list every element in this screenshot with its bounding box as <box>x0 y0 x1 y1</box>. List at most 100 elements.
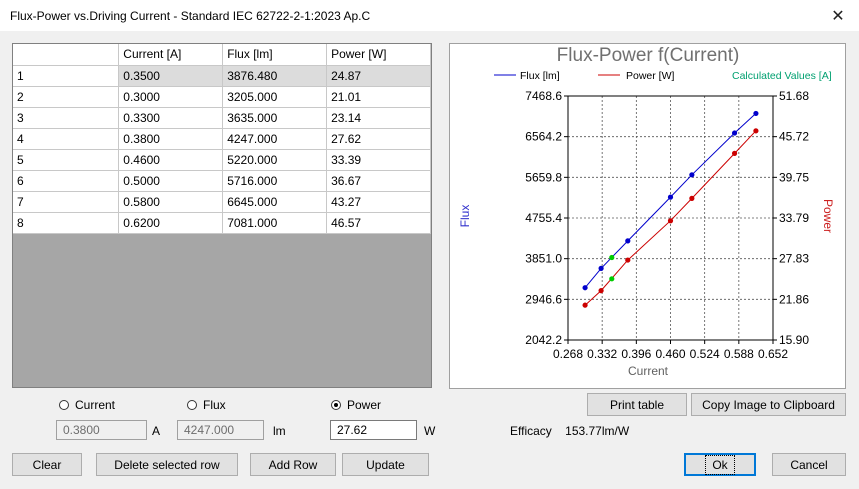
table-row[interactable]: 4 0.3800 4247.000 27.62 <box>13 128 431 150</box>
legend-entry: Flux [lm] <box>520 70 560 82</box>
x-tick-label: 0.396 <box>621 347 651 361</box>
table-row[interactable]: 2 0.3000 3205.000 21.01 <box>13 86 431 108</box>
flux-power-chart: Flux-Power f(Current) Flux [lm] Power [W]… <box>458 45 835 378</box>
x-tick-label: 0.524 <box>690 347 720 361</box>
column-header-current[interactable]: Current [A] <box>118 44 224 66</box>
row-number[interactable]: 5 <box>13 149 120 171</box>
chart-panel: Flux-Power f(Current) Flux [lm] Power [W]… <box>449 43 846 389</box>
data-point-flux <box>731 130 738 136</box>
efficacy-label: Efficacy <box>510 424 552 438</box>
flux-cell[interactable]: 3635.000 <box>222 107 328 129</box>
table-row[interactable]: 3 0.3300 3635.000 23.14 <box>13 107 431 129</box>
y-right-tick-label: 15.90 <box>779 333 809 347</box>
flux-field[interactable]: 4247.000 <box>177 420 264 440</box>
data-point-flux <box>598 265 604 271</box>
current-unit: A <box>152 424 161 438</box>
legend-entry-calculated: Calculated Values [A] <box>732 70 832 82</box>
copy-image-button[interactable]: Copy Image to Clipboard <box>691 393 846 416</box>
flux-unit: lm <box>273 424 286 438</box>
table-row[interactable]: 5 0.4600 5220.000 33.39 <box>13 149 431 171</box>
radio-flux[interactable]: Flux <box>187 398 226 412</box>
chart-axes: 0.268 0.332 0.396 0.460 0.524 0.588 0.652 2042.… <box>525 89 809 361</box>
table-row[interactable]: 1 0.3500 3876.480 24.87 <box>13 65 431 87</box>
flux-cell[interactable]: 5220.000 <box>222 149 328 171</box>
power-field[interactable]: 27.62 <box>330 420 417 440</box>
close-button[interactable]: ✕ <box>817 0 859 31</box>
row-number[interactable]: 2 <box>13 86 120 108</box>
power-cell[interactable]: 23.14 <box>326 107 431 129</box>
table-row[interactable]: 6 0.5000 5716.000 36.67 <box>13 170 431 192</box>
data-point-power <box>582 302 588 308</box>
row-number[interactable]: 1 <box>13 65 120 87</box>
data-point-power <box>753 128 759 134</box>
flux-cell[interactable]: 6645.000 <box>222 191 328 213</box>
x-tick-label: 0.652 <box>758 347 788 361</box>
power-cell[interactable]: 46.57 <box>326 212 431 234</box>
x-tick-label: 0.268 <box>553 347 583 361</box>
radio-flux-indicator[interactable] <box>187 400 197 410</box>
x-tick-label: 0.332 <box>587 347 617 361</box>
delete-row-button[interactable]: Delete selected row <box>96 453 238 476</box>
current-cell[interactable]: 0.3800 <box>118 128 224 150</box>
ok-button[interactable]: Ok <box>684 453 756 476</box>
power-cell[interactable]: 33.39 <box>326 149 431 171</box>
flux-cell[interactable]: 3876.480 <box>222 65 328 87</box>
current-field[interactable]: 0.3800 <box>56 420 147 440</box>
row-header-corner <box>13 44 120 66</box>
y-left-tick-label: 4755.4 <box>525 211 562 225</box>
print-table-button[interactable]: Print table <box>587 393 687 416</box>
current-cell[interactable]: 0.5800 <box>118 191 224 213</box>
power-cell[interactable]: 24.87 <box>326 65 431 87</box>
current-cell[interactable]: 0.5000 <box>118 170 224 192</box>
clear-button[interactable]: Clear <box>12 453 82 476</box>
row-number[interactable]: 8 <box>13 212 120 234</box>
data-point-power <box>689 195 695 201</box>
data-point-flux <box>689 172 695 178</box>
data-point-flux <box>582 285 588 291</box>
update-button[interactable]: Update <box>342 453 429 476</box>
flux-cell[interactable]: 5716.000 <box>222 170 328 192</box>
radio-current-indicator[interactable] <box>59 400 69 410</box>
radio-power[interactable]: Power <box>331 398 381 412</box>
flux-cell[interactable]: 7081.000 <box>222 212 328 234</box>
power-cell[interactable]: 43.27 <box>326 191 431 213</box>
y-right-tick-label: 45.72 <box>779 130 809 144</box>
power-cell[interactable]: 21.01 <box>326 86 431 108</box>
data-grid[interactable]: Current [A] Flux [lm] Power [W] 1 0.3500 3… <box>12 43 432 388</box>
radio-power-label: Power <box>347 398 382 412</box>
column-header-power[interactable]: Power [W] <box>326 44 431 66</box>
add-row-button[interactable]: Add Row <box>250 453 336 476</box>
cancel-button[interactable]: Cancel <box>772 453 846 476</box>
y-left-tick-label: 2946.6 <box>525 292 562 306</box>
chart-grid <box>568 96 773 340</box>
y-left-tick-label: 2042.2 <box>525 333 562 347</box>
table-row[interactable]: 7 0.5800 6645.000 43.27 <box>13 191 431 213</box>
radio-current[interactable]: Current <box>59 398 115 412</box>
calculated-point-power <box>609 276 615 282</box>
current-cell[interactable]: 0.3000 <box>118 86 224 108</box>
title-bar: Flux-Power vs.Driving Current - Standard… <box>0 0 859 31</box>
flux-cell[interactable]: 3205.000 <box>222 86 328 108</box>
current-cell[interactable]: 0.3500 <box>118 65 224 87</box>
column-header-flux[interactable]: Flux [lm] <box>222 44 328 66</box>
data-point-flux <box>753 110 759 117</box>
row-number[interactable]: 7 <box>13 191 120 213</box>
radio-power-indicator[interactable] <box>331 400 341 410</box>
row-number[interactable]: 3 <box>13 107 120 129</box>
current-cell[interactable]: 0.3300 <box>118 107 224 129</box>
chart-legend: Flux [lm] Power [W] Calculated Values [A] <box>494 70 832 82</box>
power-cell[interactable]: 27.62 <box>326 128 431 150</box>
power-cell[interactable]: 36.67 <box>326 170 431 192</box>
ok-button-label: Ok <box>705 454 735 475</box>
row-number[interactable]: 4 <box>13 128 120 150</box>
table-row[interactable]: 8 0.6200 7081.000 46.57 <box>13 212 431 234</box>
legend-entry: Power [W] <box>626 70 675 82</box>
row-number[interactable]: 6 <box>13 170 120 192</box>
data-point-flux <box>667 194 674 200</box>
flux-cell[interactable]: 4247.000 <box>222 128 328 150</box>
y-right-tick-label: 51.68 <box>779 89 809 103</box>
current-cell[interactable]: 0.4600 <box>118 149 224 171</box>
y-left-tick-label: 7468.6 <box>525 89 562 103</box>
current-cell[interactable]: 0.6200 <box>118 212 224 234</box>
radio-current-label: Current <box>75 398 116 412</box>
